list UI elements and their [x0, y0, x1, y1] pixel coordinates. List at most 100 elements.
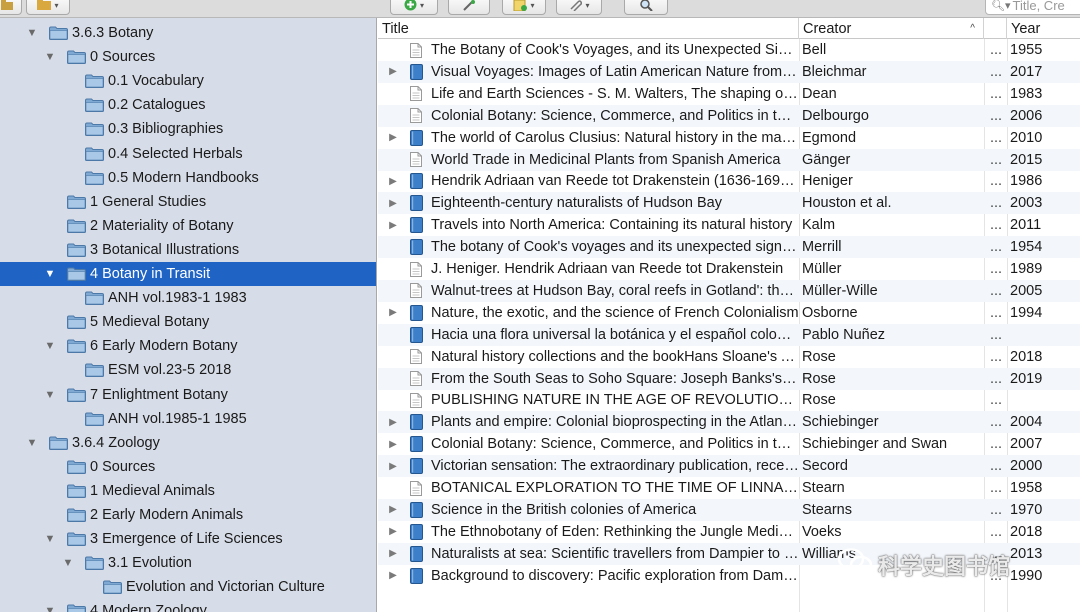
table-row[interactable]: BOTANICAL EXPLORATION TO THE TIME OF LIN… [378, 477, 1080, 499]
row-expand-icon[interactable]: ▶ [386, 170, 400, 192]
sidebar-collection-item[interactable]: ▼ 7 Enlightment Botany [0, 383, 376, 407]
disclosure-expanded-icon[interactable]: ▼ [62, 557, 74, 569]
table-row[interactable]: PUBLISHING NATURE IN THE AGE OF REVOLUTI… [378, 389, 1080, 411]
row-expand-icon[interactable]: ▶ [386, 499, 400, 521]
document-icon [408, 346, 424, 368]
table-row[interactable]: Natural history collections and the book… [378, 346, 1080, 368]
new-collection-button[interactable] [0, 0, 22, 15]
sidebar-collection-item[interactable]: 3 Botanical Illustrations [0, 238, 376, 262]
disclosure-expanded-icon[interactable]: ▼ [44, 605, 56, 612]
sidebar-collection-item[interactable]: 1 General Studies [0, 190, 376, 214]
sidebar-collection-item[interactable]: ▼ 0 Sources [0, 45, 376, 69]
folder-icon [67, 460, 86, 474]
row-expand-icon[interactable]: ▶ [386, 127, 400, 149]
row-expand-icon[interactable]: ▶ [386, 455, 400, 477]
row-expand-icon[interactable]: ▶ [386, 411, 400, 433]
sidebar-collection-item[interactable]: 0 Sources [0, 455, 376, 479]
book-icon [408, 543, 424, 565]
chevron-down-icon: ▾ [54, 1, 59, 10]
cell-title: Plants and empire: Colonial bioprospecti… [431, 414, 799, 431]
sidebar-collection-item[interactable]: ▼ 4 Botany in Transit [0, 262, 376, 286]
attach-button[interactable]: ▾ [556, 0, 602, 15]
row-expand-icon[interactable]: ▶ [386, 521, 400, 543]
cell-extra: ... [989, 414, 1003, 431]
new-note-button[interactable]: ▾ [502, 0, 546, 15]
new-collection-menu-button[interactable]: ▾ [26, 0, 70, 15]
table-row[interactable]: ▶ The Ethnobotany of Eden: Rethinking the… [378, 521, 1080, 543]
cell-creator: Delbourgo [802, 107, 869, 124]
book-icon [408, 433, 424, 455]
sidebar-collection-item[interactable]: ANH vol.1983-1 1983 [0, 286, 376, 310]
sidebar-collection-item[interactable]: 1 Medieval Animals [0, 479, 376, 503]
table-row[interactable]: ▶ The world of Carolus Clusius: Natural h… [378, 127, 1080, 149]
table-row[interactable]: Hacia una flora universal la botánica y … [378, 323, 1080, 346]
sidebar-collection-item[interactable]: ESM vol.23-5 2018 [0, 358, 376, 382]
disclosure-expanded-icon[interactable]: ▼ [44, 533, 56, 545]
sidebar-collection-item[interactable]: 0.4 Selected Herbals [0, 142, 376, 166]
cell-title: Travels into North America: Containing i… [431, 217, 793, 234]
table-row[interactable]: Colonial Botany: Science, Commerce, and … [378, 104, 1080, 127]
disclosure-expanded-icon[interactable]: ▼ [26, 27, 38, 39]
row-expand-icon[interactable]: ▶ [386, 302, 400, 324]
folder-icon [67, 195, 86, 209]
column-header-extra[interactable] [984, 18, 1007, 39]
column-header-creator[interactable]: Creator ^ [799, 18, 984, 39]
column-header-title[interactable]: Title [378, 18, 799, 39]
row-expand-icon[interactable]: ▶ [386, 214, 400, 236]
table-row[interactable]: ▶ Hendrik Adriaan van Reede tot Drakenste… [378, 170, 1080, 192]
table-row[interactable]: Walnut-trees at Hudson Bay, coral reefs … [378, 279, 1080, 302]
table-row[interactable]: ▶ Nature, the exotic, and the science of … [378, 302, 1080, 324]
sidebar-collection-item[interactable]: 5 Medieval Botany [0, 310, 376, 334]
sidebar-collection-item[interactable]: 0.5 Modern Handbooks [0, 166, 376, 190]
table-row[interactable]: The Botany of Cook's Voyages, and its Un… [378, 39, 1080, 61]
sidebar-collection-item[interactable]: 2 Early Modern Animals [0, 503, 376, 527]
row-expand-icon[interactable]: ▶ [386, 433, 400, 455]
disclosure-expanded-icon[interactable]: ▼ [44, 51, 56, 63]
new-item-button[interactable]: ▾ [390, 0, 438, 15]
cell-extra: ... [989, 348, 1003, 365]
sidebar-collection-item[interactable]: ▼ 6 Early Modern Botany [0, 334, 376, 358]
table-row[interactable]: Life and Earth Sciences - S. M. Walters,… [378, 83, 1080, 105]
table-row[interactable]: The botany of Cook's voyages and its une… [378, 236, 1080, 259]
sidebar-collection-item[interactable]: ▼ 3.6.4 Zoology [0, 431, 376, 455]
folder-icon [85, 556, 104, 571]
add-by-identifier-button[interactable] [448, 0, 490, 15]
collection-label: 3.6.3 Botany [72, 25, 154, 41]
table-row[interactable]: ▶ Visual Voyages: Images of Latin America… [378, 60, 1080, 83]
disclosure-expanded-icon[interactable]: ▼ [26, 437, 38, 449]
disclosure-expanded-icon[interactable]: ▼ [44, 389, 56, 401]
table-row[interactable]: ▶ Victorian sensation: The extraordinary … [378, 455, 1080, 478]
sidebar-collection-item[interactable]: 2 Materiality of Botany [0, 214, 376, 238]
sidebar-collection-item[interactable]: 0.3 Bibliographies [0, 117, 376, 141]
sidebar-collection-item[interactable]: Evolution and Victorian Culture [0, 575, 376, 599]
sidebar-collection-item[interactable]: ▼ 4 Modern Zoology [0, 599, 376, 612]
table-row[interactable]: ▶ Eighteenth-century naturalists of Hudso… [378, 192, 1080, 215]
table-row[interactable]: World Trade in Medicinal Plants from Spa… [378, 148, 1080, 171]
table-row[interactable]: ▶ Colonial Botany: Science, Commerce, and… [378, 433, 1080, 455]
table-row[interactable]: From the South Seas to Soho Square: Jose… [378, 367, 1080, 390]
column-header-year[interactable]: Year [1007, 18, 1080, 39]
sidebar-collection-item[interactable]: ▼ 3.1 Evolution [0, 551, 376, 575]
row-expand-icon[interactable]: ▶ [386, 543, 400, 565]
folder-add-icon [1, 0, 13, 12]
collection-label: 6 Early Modern Botany [90, 338, 238, 355]
sidebar-collection-item[interactable]: ▼ 3.6.3 Botany [0, 21, 376, 45]
table-row[interactable]: ▶ Science in the British colonies of Amer… [378, 498, 1080, 521]
disclosure-expanded-icon[interactable]: ▼ [44, 340, 56, 352]
locate-button[interactable] [624, 0, 668, 15]
book-icon [408, 214, 424, 236]
row-expand-icon[interactable]: ▶ [386, 61, 400, 83]
search-input[interactable]: 🔍︎▾ Title, Cre [985, 0, 1080, 15]
table-row[interactable]: ▶ Travels into North America: Containing … [378, 214, 1080, 236]
row-expand-icon[interactable]: ▶ [386, 192, 400, 214]
cell-extra: ... [989, 436, 1003, 453]
sidebar-collection-item[interactable]: 0.2 Catalogues [0, 93, 376, 117]
sidebar-collection-item[interactable]: 0.1 Vocabulary [0, 69, 376, 93]
disclosure-expanded-icon[interactable]: ▼ [44, 268, 56, 280]
table-row[interactable]: ▶ Plants and empire: Colonial bioprospect… [378, 411, 1080, 434]
table-row[interactable]: J. Heniger. Hendrik Adriaan van Reede to… [378, 258, 1080, 280]
sidebar-collection-item[interactable]: ANH vol.1985-1 1985 [0, 407, 376, 431]
sidebar-collection-item[interactable]: ▼ 3 Emergence of Life Sciences [0, 527, 376, 551]
row-expand-icon[interactable]: ▶ [386, 565, 400, 587]
book-icon [408, 192, 424, 214]
